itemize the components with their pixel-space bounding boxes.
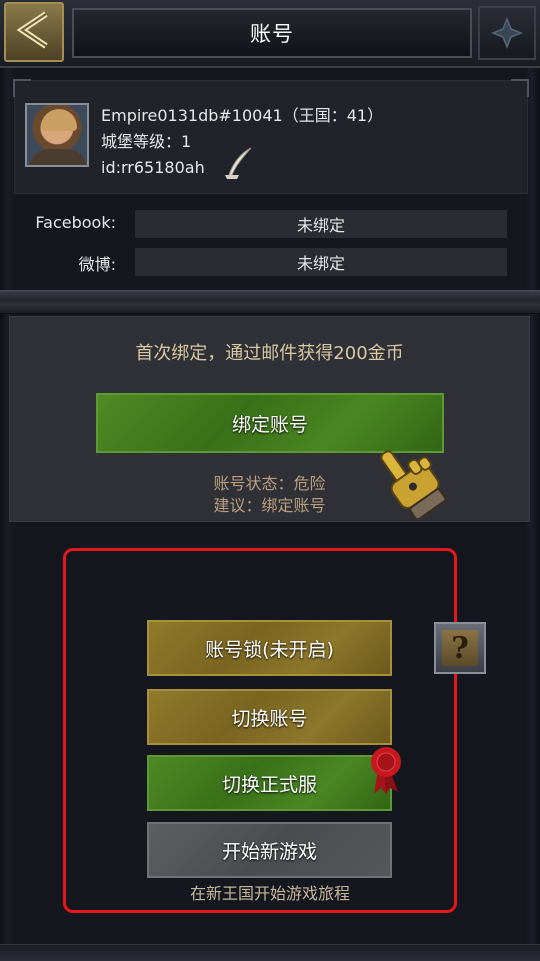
binding-label: Facebook:: [35, 213, 116, 232]
new-game-label: 开始新游戏: [221, 840, 317, 863]
quill-icon[interactable]: [221, 145, 257, 185]
binding-row-facebook: Facebook: 未绑定: [0, 210, 540, 238]
help-button[interactable]: ?: [434, 622, 486, 674]
bind-account-label: 绑定账号: [231, 413, 308, 436]
switch-server-button[interactable]: 切换正式服: [147, 755, 392, 811]
gauntlet-pointer-icon: [368, 437, 458, 523]
switch-server-label: 切换正式服: [221, 773, 317, 796]
binding-label: 微博:: [78, 255, 116, 274]
bind-reward-tip: 首次绑定，通过邮件获得200金币: [135, 343, 404, 364]
profile-panel: Empire0131db#10041（王国：41） 城堡等级：1 id:rr65…: [13, 79, 529, 194]
binding-status: 未绑定: [135, 248, 507, 276]
ornament-icon: [478, 6, 536, 60]
back-button[interactable]: [4, 2, 64, 62]
bottom-border: [0, 944, 540, 961]
avatar[interactable]: [25, 103, 89, 167]
binding-status: 未绑定: [135, 210, 507, 238]
new-game-button[interactable]: 开始新游戏: [147, 822, 392, 878]
section-divider: [0, 290, 540, 314]
wax-seal-icon: [368, 744, 404, 800]
player-name: Empire0131db#10041（王国：41）: [101, 106, 384, 125]
help-icon: ?: [442, 630, 478, 666]
page-title: 账号: [250, 22, 294, 46]
bind-panel: 首次绑定，通过邮件获得200金币 绑定账号 账号状态：危险 建议：绑定账号: [9, 316, 530, 522]
binding-row-weibo: 微博: 未绑定: [0, 248, 540, 276]
account-lock-button[interactable]: 账号锁(未开启): [147, 620, 392, 676]
header-bar: 账号: [0, 0, 540, 68]
new-game-caption: 在新王国开始游戏旅程: [189, 884, 350, 903]
back-arrow-icon: [12, 8, 56, 56]
account-lock-label: 账号锁(未开启): [205, 638, 334, 661]
switch-account-button[interactable]: 切换账号: [147, 689, 392, 745]
page-title-bar: 账号: [72, 8, 472, 58]
switch-account-label: 切换账号: [231, 707, 308, 730]
